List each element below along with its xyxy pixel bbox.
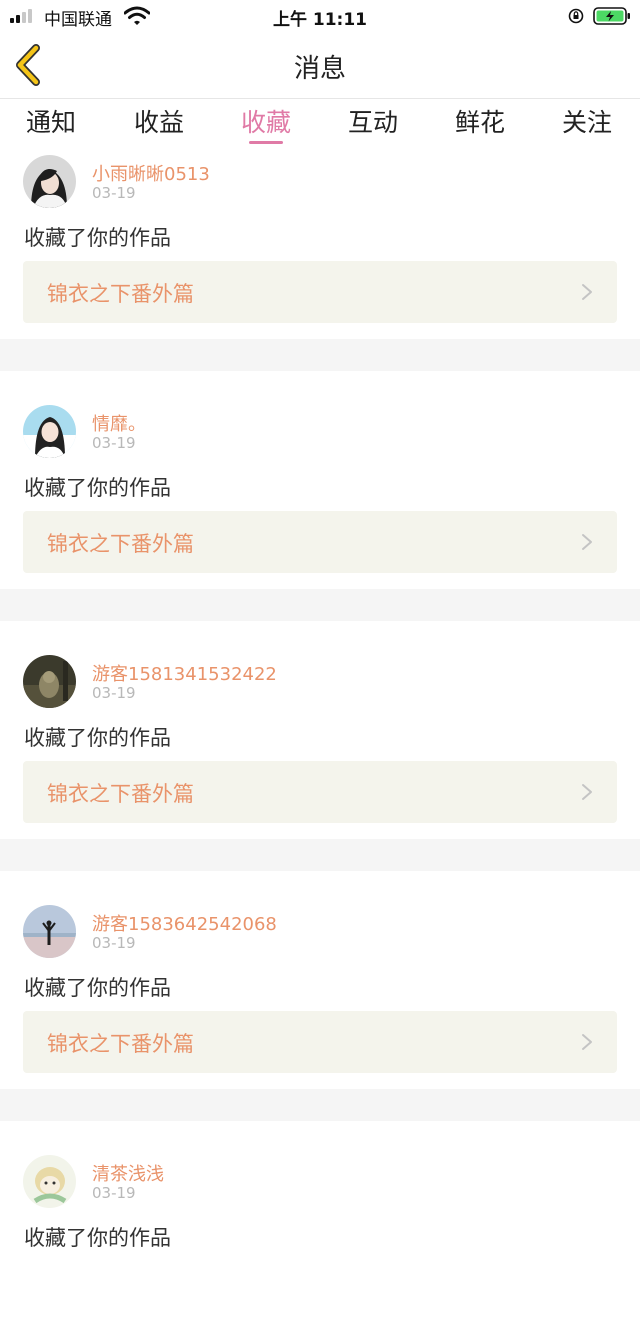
tab-interactions[interactable]: 互动	[323, 103, 423, 147]
nav-bar: 消息	[0, 32, 640, 99]
work-title: 锦衣之下番外篇	[47, 1032, 194, 1056]
message-date: 03-19	[92, 434, 136, 452]
message-tabs: 通知 收益 收藏 互动 鲜花 关注	[0, 99, 640, 149]
message-text: 收藏了你的作品	[24, 976, 171, 1000]
tab-earnings[interactable]: 收益	[109, 103, 209, 147]
tab-label: 鲜花	[454, 108, 505, 137]
avatar[interactable]	[23, 405, 76, 458]
tab-label: 收藏	[240, 108, 291, 137]
tab-follows[interactable]: 关注	[537, 103, 637, 147]
chevron-right-icon	[582, 284, 592, 300]
tab-label: 关注	[561, 108, 612, 137]
user-name[interactable]: 游客1583642542068	[92, 910, 277, 936]
user-name[interactable]: 游客1581341532422	[92, 660, 277, 686]
status-time: 上午 11:11	[272, 10, 368, 30]
section-divider	[0, 589, 640, 621]
tab-flowers[interactable]: 鲜花	[430, 103, 530, 147]
user-name[interactable]: 情靡。	[92, 410, 146, 436]
message-date: 03-19	[92, 684, 136, 702]
chevron-right-icon	[582, 1034, 592, 1050]
message-date: 03-19	[92, 934, 136, 952]
chevron-right-icon	[582, 534, 592, 550]
message-item: 游客1583642542068 03-19 收藏了你的作品 锦衣之下番外篇	[0, 899, 640, 1089]
work-link[interactable]: 锦衣之下番外篇	[23, 1011, 617, 1073]
tab-label: 收益	[133, 108, 184, 137]
section-divider	[0, 1089, 640, 1121]
tab-favorites[interactable]: 收藏	[216, 103, 316, 147]
message-list: 小雨晰晰0513 03-19 收藏了你的作品 锦衣之下番外篇 情靡。 03-19…	[0, 149, 640, 1339]
section-divider	[0, 339, 640, 371]
work-title: 锦衣之下番外篇	[47, 782, 194, 806]
work-title: 锦衣之下番外篇	[47, 532, 194, 556]
message-item: 情靡。 03-19 收藏了你的作品 锦衣之下番外篇	[0, 399, 640, 589]
message-date: 03-19	[92, 184, 136, 202]
work-link[interactable]: 锦衣之下番外篇	[23, 261, 617, 323]
tab-label: 互动	[347, 108, 398, 137]
page-title: 消息	[293, 54, 346, 84]
message-text: 收藏了你的作品	[24, 226, 171, 250]
message-text: 收藏了你的作品	[24, 1226, 171, 1250]
user-name[interactable]: 清茶浅浅	[92, 1160, 164, 1186]
message-text: 收藏了你的作品	[24, 726, 171, 750]
message-item: 游客1581341532422 03-19 收藏了你的作品 锦衣之下番外篇	[0, 649, 640, 839]
avatar[interactable]	[23, 655, 76, 708]
user-name[interactable]: 小雨晰晰0513	[92, 160, 210, 186]
rotation-lock-icon	[568, 8, 584, 24]
avatar[interactable]	[23, 905, 76, 958]
section-divider	[0, 839, 640, 871]
active-tab-indicator	[249, 141, 283, 144]
avatar[interactable]	[23, 155, 76, 208]
tab-notifications[interactable]: 通知	[1, 103, 101, 147]
status-bar: 中国联通 上午 11:11	[0, 0, 640, 32]
chevron-right-icon	[582, 784, 592, 800]
work-link[interactable]: 锦衣之下番外篇	[23, 761, 617, 823]
battery-icon	[593, 7, 630, 25]
message-item: 小雨晰晰0513 03-19 收藏了你的作品 锦衣之下番外篇	[0, 149, 640, 339]
work-title: 锦衣之下番外篇	[47, 282, 194, 306]
message-date: 03-19	[92, 1184, 136, 1202]
message-item: 清茶浅浅 03-19 收藏了你的作品	[0, 1149, 640, 1339]
avatar[interactable]	[23, 1155, 76, 1208]
message-text: 收藏了你的作品	[24, 476, 171, 500]
work-link[interactable]: 锦衣之下番外篇	[23, 511, 617, 573]
tab-label: 通知	[25, 108, 76, 137]
